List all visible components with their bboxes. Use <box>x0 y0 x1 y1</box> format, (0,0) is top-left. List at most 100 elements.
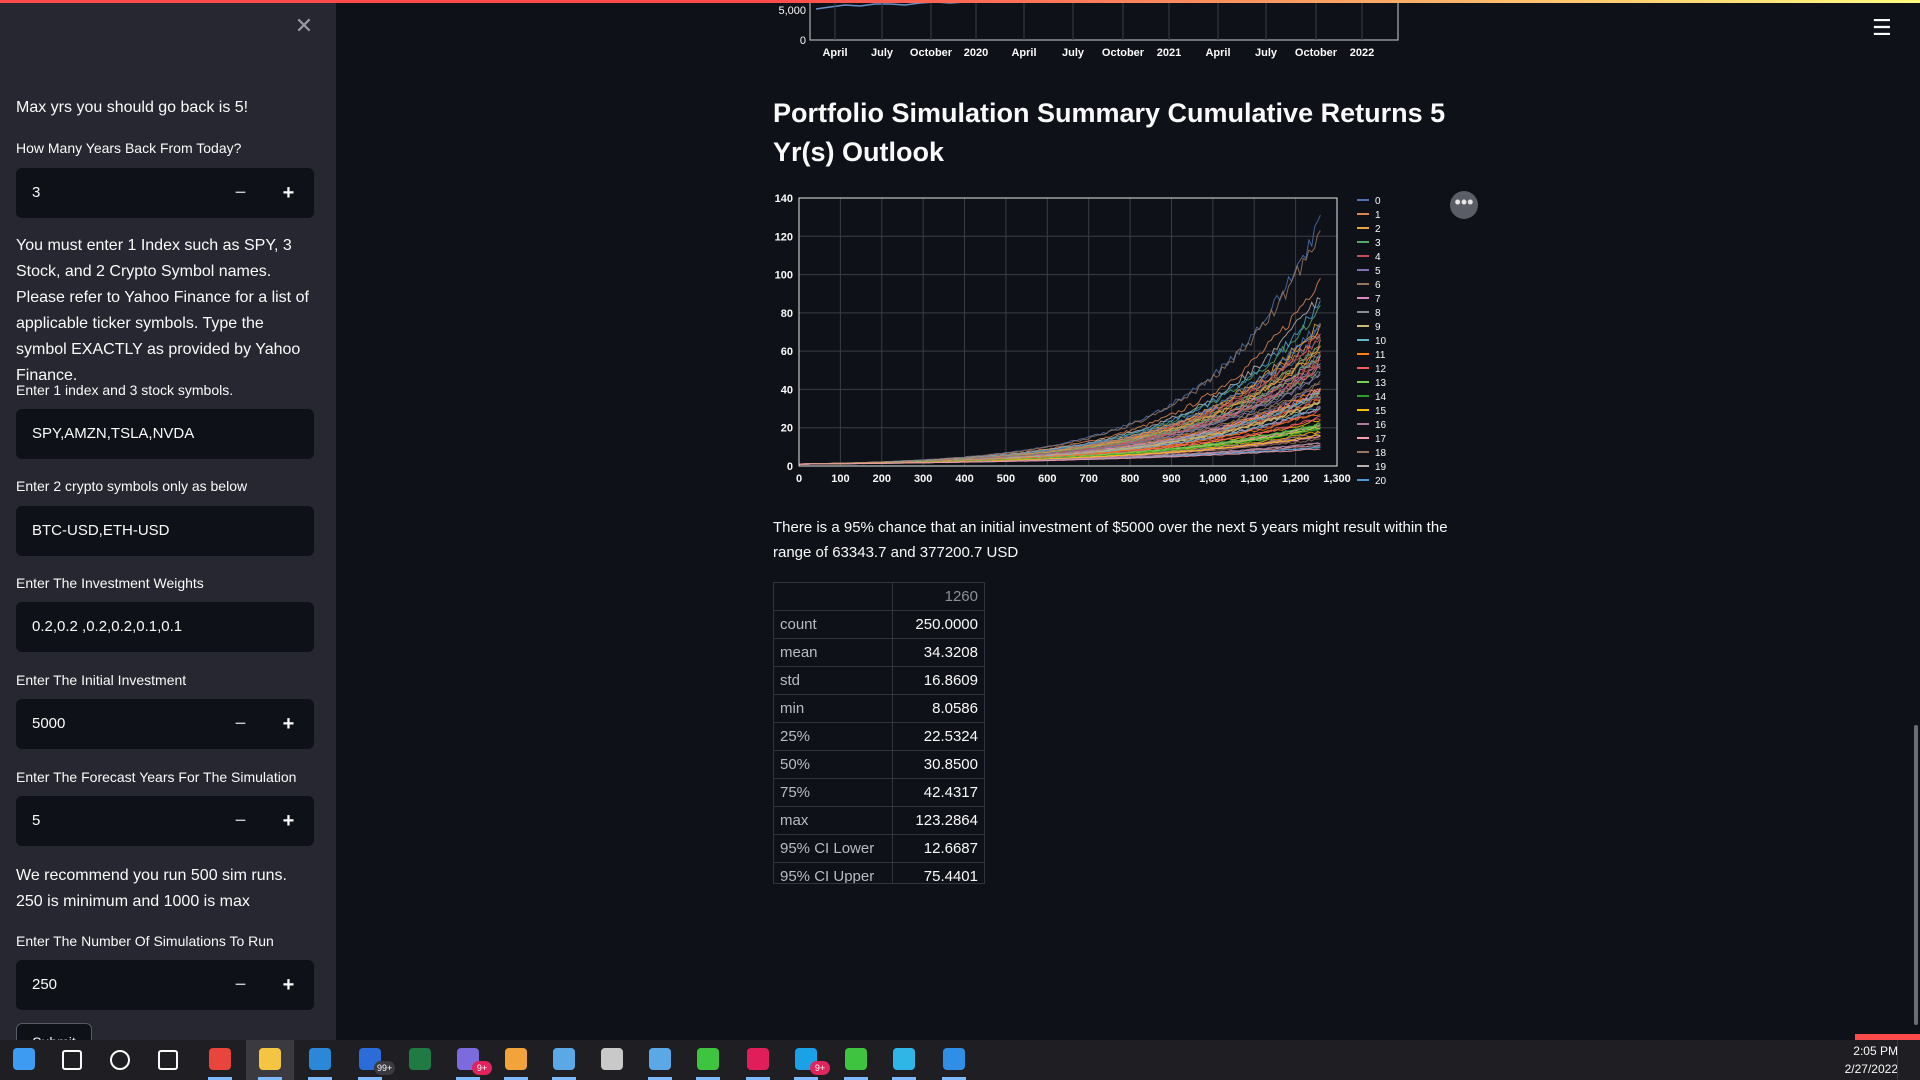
legend-item[interactable]: 18 <box>1375 448 1387 459</box>
chart-more-button[interactable]: ••• <box>1450 191 1478 219</box>
steam-icon[interactable] <box>540 1040 588 1080</box>
plot-area <box>799 198 1337 466</box>
legend-item[interactable]: 7 <box>1375 294 1381 305</box>
simulation-chart: 020406080100120140 0 100 200 300 400 500 600 70… <box>775 193 1387 487</box>
slack-icon[interactable] <box>734 1040 782 1080</box>
legend-item[interactable]: 5 <box>1375 266 1381 277</box>
legend-item[interactable]: 10 <box>1375 336 1387 347</box>
legend-item[interactable]: 2 <box>1375 224 1381 235</box>
razer-icon[interactable] <box>684 1040 732 1080</box>
x-tick-label: 2022 <box>1350 47 1374 59</box>
file-explorer-icon[interactable] <box>246 1040 294 1080</box>
steam-icon-2[interactable] <box>636 1040 684 1080</box>
legend-item[interactable]: 6 <box>1375 280 1381 291</box>
forecast-label: Enter The Forecast Years For The Simulat… <box>16 769 297 785</box>
forecast-decrement-button[interactable]: − <box>218 796 263 846</box>
legend-item[interactable]: 13 <box>1375 378 1387 389</box>
steam-icon-glyph <box>553 1048 575 1070</box>
legend-item[interactable]: 8 <box>1375 308 1381 319</box>
investment-stepper: 5000 − + <box>16 699 314 749</box>
skype-icon[interactable]: 9+ <box>782 1040 830 1080</box>
investment-increment-button[interactable]: + <box>266 699 311 749</box>
clock-date[interactable]: 2/27/2022 <box>1845 1062 1898 1076</box>
excel-icon[interactable] <box>396 1040 444 1080</box>
razer-icon-glyph <box>697 1048 719 1070</box>
legend-item[interactable]: 15 <box>1375 406 1387 417</box>
world-of-tanks-icon[interactable] <box>588 1040 636 1080</box>
legend-item[interactable]: 9 <box>1375 322 1381 333</box>
sims-increment-button[interactable]: + <box>266 960 311 1010</box>
legend-item[interactable]: 3 <box>1375 238 1381 249</box>
legend-item[interactable]: 14 <box>1375 392 1387 403</box>
legend-item[interactable]: 12 <box>1375 364 1387 375</box>
store-icon[interactable] <box>296 1040 344 1080</box>
sims-input[interactable]: 250 <box>32 960 57 1010</box>
task-view-icon[interactable] <box>144 1040 192 1080</box>
close-icon[interactable]: ✕ <box>292 14 316 38</box>
legend-item[interactable]: 0 <box>1375 196 1381 207</box>
scrollbar[interactable] <box>1914 725 1918 1025</box>
years-decrement-button[interactable]: − <box>218 168 263 218</box>
weights-field[interactable]: 0.2,0.2 ,0.2,0.2,0.1,0.1 <box>16 602 314 652</box>
x-tick-label: October <box>910 47 953 59</box>
row-value: 250.0000 <box>892 610 984 639</box>
razer-icon-2[interactable] <box>832 1040 880 1080</box>
legend-item[interactable]: 19 <box>1375 462 1387 473</box>
forecast-increment-button[interactable]: + <box>266 796 311 846</box>
y-tick-label: 40 <box>781 384 793 396</box>
legend-item[interactable]: 17 <box>1375 434 1387 445</box>
row-label: max <box>774 806 893 835</box>
app-progress-bar <box>0 0 1920 3</box>
show-desktop-button[interactable] <box>1897 1040 1920 1080</box>
legend-item[interactable]: 20 <box>1375 476 1387 487</box>
submit-button[interactable]: Submit <box>16 1023 92 1040</box>
vscode-icon-glyph <box>943 1048 965 1070</box>
table-corner <box>774 583 893 611</box>
sims-decrement-button[interactable]: − <box>218 960 263 1010</box>
years-increment-button[interactable]: + <box>266 168 311 218</box>
search-icon[interactable] <box>48 1040 96 1080</box>
investment-decrement-button[interactable]: − <box>218 699 263 749</box>
crypto-field[interactable]: BTC-USD,ETH-USD <box>16 506 314 556</box>
stocks-field[interactable]: SPY,AMZN,TSLA,NVDA <box>16 409 314 459</box>
investment-label: Enter The Initial Investment <box>16 672 187 688</box>
legend-item[interactable]: 11 <box>1375 350 1386 361</box>
x-tick-label: 2020 <box>964 47 988 59</box>
legend-item[interactable]: 1 <box>1375 210 1381 221</box>
taskbar: 99+ 9+ 9+ 2:05 PM 2/27/2022 <box>0 1040 1920 1080</box>
chrome-icon[interactable] <box>196 1040 244 1080</box>
years-input[interactable]: 3 <box>32 168 40 218</box>
x-tick-label: October <box>1295 47 1338 59</box>
investment-input[interactable]: 5000 <box>32 699 65 749</box>
x-tick-label: 200 <box>873 473 891 485</box>
forecast-input[interactable]: 5 <box>32 796 40 846</box>
price-history-chart: 5,000 0 April July October 2020 April July Oct… <box>778 0 1399 59</box>
sidebar-intro: Max yrs you should go back is 5! <box>16 99 249 116</box>
edge-icon[interactable] <box>880 1040 928 1080</box>
rocket-league-icon[interactable] <box>492 1040 540 1080</box>
sims-stepper: 250 − + <box>16 960 314 1010</box>
clock-time[interactable]: 2:05 PM <box>1853 1044 1898 1058</box>
discord-icon[interactable]: 9+ <box>444 1040 492 1080</box>
x-tick-label: 300 <box>914 473 932 485</box>
menu-icon[interactable]: ☰ <box>1872 17 1892 39</box>
steam-icon-2-glyph <box>649 1048 671 1070</box>
sidebar: ✕ Max yrs you should go back is 5! How M… <box>0 0 336 1040</box>
x-tick-label: 1,300 <box>1323 473 1351 485</box>
table-row: 75% 42.4317 <box>774 778 984 807</box>
row-label: 50% <box>774 750 893 779</box>
weights-input[interactable]: 0.2,0.2 ,0.2,0.2,0.1,0.1 <box>32 602 182 652</box>
stocks-input[interactable]: SPY,AMZN,TSLA,NVDA <box>32 409 194 459</box>
legend-item[interactable]: 4 <box>1375 252 1381 263</box>
page-title: Portfolio Simulation Summary Cumulative … <box>773 98 1446 167</box>
world-of-tanks-icon-glyph <box>601 1048 623 1070</box>
x-tick-label: July <box>1255 47 1278 59</box>
vscode-icon[interactable] <box>930 1040 978 1080</box>
crypto-input[interactable]: BTC-USD,ETH-USD <box>32 506 170 556</box>
x-tick-label: April <box>1205 47 1230 59</box>
column-header: 1260 <box>892 583 984 611</box>
windows-start-icon[interactable] <box>0 1040 48 1080</box>
legend-item[interactable]: 16 <box>1375 420 1387 431</box>
cortana-icon[interactable] <box>96 1040 144 1080</box>
mail-icon[interactable]: 99+ <box>346 1040 396 1080</box>
